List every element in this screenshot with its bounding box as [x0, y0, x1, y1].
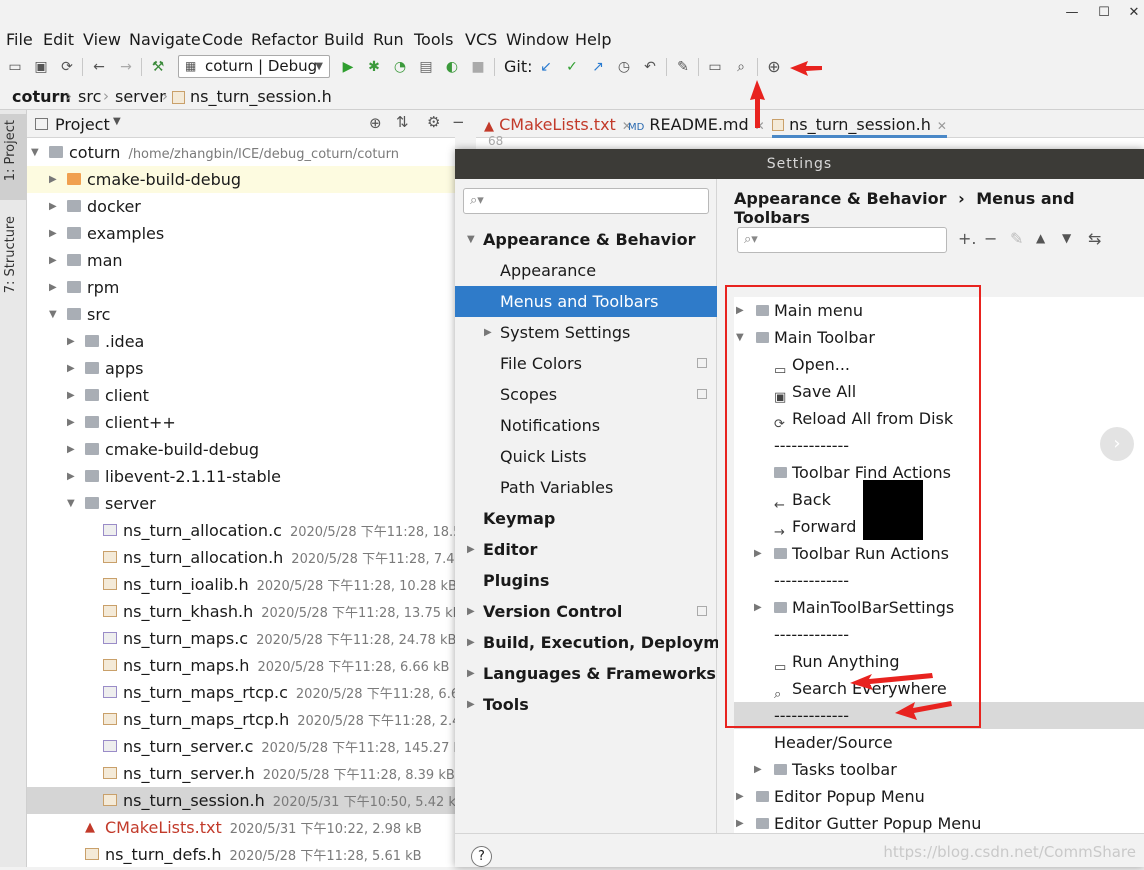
annotation-arrows [0, 0, 1144, 867]
watermark: https://blog.csdn.net/CommShare [883, 843, 1136, 861]
arrow-icon [790, 61, 822, 76]
arrow-icon [850, 673, 933, 690]
arrow-icon [750, 80, 765, 128]
arrow-icon [895, 701, 952, 720]
